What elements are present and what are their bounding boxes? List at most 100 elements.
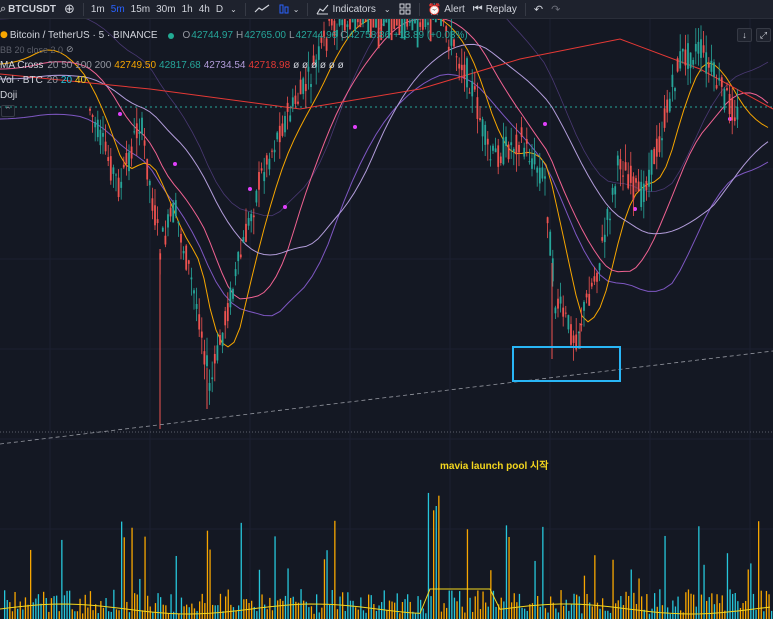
ma-name[interactable]: MA Cross <box>0 58 43 73</box>
bb-settings[interactable]: BB 20 close 2 0 <box>0 43 63 58</box>
templates-button[interactable] <box>395 0 415 19</box>
doji-name[interactable]: Doji <box>0 88 17 103</box>
legend-ma-row: MA Cross 20 50 100 200 42749.50 42817.68… <box>0 58 471 73</box>
redo-button[interactable]: ↷ <box>547 0 564 19</box>
volume-bar <box>45 598 47 619</box>
candle-body <box>143 140 146 146</box>
volume-bar <box>524 608 526 619</box>
volume-bar <box>22 609 24 619</box>
timeframe-1h[interactable]: 1h <box>179 0 196 19</box>
candle-body <box>206 355 208 367</box>
volume-bar <box>53 596 55 619</box>
volume-bar <box>654 593 656 619</box>
indicators-button[interactable]: Indicators <box>312 0 379 19</box>
candle-body <box>198 314 201 330</box>
maximize-button[interactable]: ⤢ <box>756 28 771 42</box>
alert-icon: ⏰ <box>427 2 442 16</box>
candle-body <box>375 19 377 28</box>
candle-body <box>268 158 271 170</box>
replay-label: Replay <box>485 3 517 15</box>
volume-bar <box>732 593 734 619</box>
volume-bar <box>178 613 180 619</box>
candle-body <box>700 39 702 58</box>
vol-name[interactable]: Vol · BTC <box>0 73 43 88</box>
candle-body <box>655 138 658 157</box>
volume-bar <box>290 597 292 619</box>
candle-body <box>580 323 583 326</box>
volume-bar <box>399 613 401 619</box>
chart-style-button[interactable] <box>250 0 274 19</box>
timeframe-30m[interactable]: 30m <box>153 0 178 19</box>
volume-bar <box>573 593 575 619</box>
legend-title[interactable]: Bitcoin / TetherUS · 5 · BINANCE <box>10 28 158 43</box>
chevron-down-icon: ⌄ <box>292 4 300 14</box>
candle-body <box>211 377 214 380</box>
volume-bar <box>529 604 531 619</box>
candle-body <box>208 382 211 391</box>
symbol-search-button[interactable]: ⌕ BTCUSDT <box>0 0 60 19</box>
volume-bar <box>547 612 549 619</box>
vol-settings: 20 <box>46 75 58 86</box>
candle-body <box>112 167 115 174</box>
timeframe-5m[interactable]: 5m <box>108 0 128 19</box>
candle-body <box>250 213 253 222</box>
volume-bar <box>635 603 638 619</box>
volume-bar <box>170 594 172 619</box>
volume-bar <box>63 595 66 619</box>
indicators-dropdown-button[interactable]: ⌄ <box>380 0 395 19</box>
timeframe-D[interactable]: D <box>213 0 226 19</box>
candle-body <box>559 296 562 304</box>
candle-body <box>653 148 656 165</box>
low-label: L <box>288 30 295 41</box>
candle-body <box>146 158 149 180</box>
eye-icon[interactable]: ⊘ <box>66 43 74 58</box>
undo-button[interactable]: ↶ <box>530 0 547 19</box>
volume-bar <box>708 597 710 619</box>
volume-bar <box>378 605 380 619</box>
candle-body <box>702 45 705 53</box>
timeframe-4h[interactable]: 4h <box>196 0 213 19</box>
chart-annotation[interactable]: mavia launch pool 시작 <box>440 457 548 472</box>
volume-bar <box>235 610 237 619</box>
volume-bar <box>144 536 146 619</box>
volume-bar <box>628 596 630 619</box>
volume-bar <box>30 549 32 619</box>
volume-bar <box>115 609 118 619</box>
replay-icon: ⏮ <box>472 2 483 15</box>
volume-bar <box>591 606 593 619</box>
candle-body <box>224 311 227 326</box>
timeframe-15m[interactable]: 15m <box>128 0 153 19</box>
alert-button[interactable]: ⏰ Alert <box>424 0 469 19</box>
volume-bar <box>427 492 430 619</box>
volume-bar <box>240 522 242 619</box>
compare-symbol-button[interactable]: ⊕ <box>60 0 79 19</box>
candle-body <box>473 86 476 90</box>
volume-bar <box>219 593 222 619</box>
volume-bar <box>563 605 565 619</box>
arrow-down-icon: ↓ <box>742 30 747 40</box>
candle-body <box>624 162 627 171</box>
candle-body <box>572 335 575 343</box>
volume-bar <box>464 612 466 619</box>
candle-body <box>507 144 510 160</box>
trend-line[interactable] <box>0 350 773 445</box>
timeframe-list: 1m 5m 15m 30m 1h 4h D <box>88 0 226 19</box>
collapse-legend-button[interactable]: ⌃ <box>1 104 15 117</box>
volume-bar <box>251 600 253 619</box>
candle-body <box>200 331 203 338</box>
volume-bar <box>617 600 619 619</box>
volume-bar <box>552 602 554 619</box>
candle-body <box>705 52 708 74</box>
replay-button[interactable]: ⏮ Replay <box>469 0 521 19</box>
volume-bar <box>641 596 643 619</box>
scroll-to-latest-button[interactable]: ↓ <box>737 28 752 42</box>
bars-style-button[interactable]: ⌄ <box>274 0 304 19</box>
candle-body <box>226 303 229 322</box>
timeframe-dropdown-button[interactable]: ⌄ <box>226 0 241 19</box>
timeframe-1m[interactable]: 1m <box>88 0 108 19</box>
candle-body <box>510 142 513 146</box>
volume-bar <box>37 594 40 619</box>
candle-body <box>650 150 653 175</box>
volume-bar <box>505 525 508 619</box>
candle-body <box>193 290 195 294</box>
